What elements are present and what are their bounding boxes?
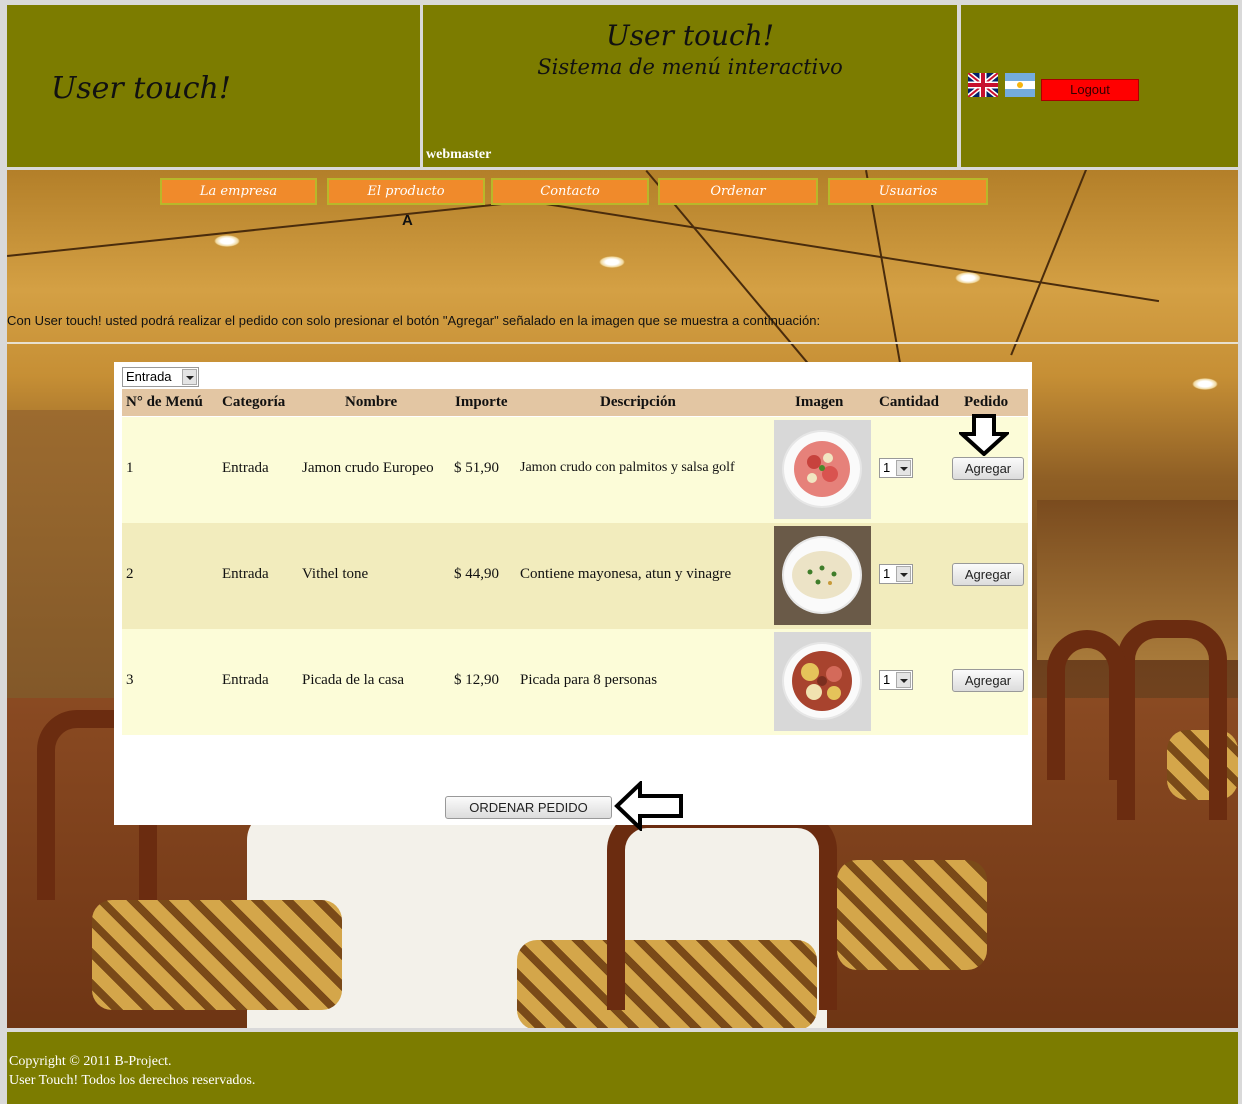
arrow-left-icon [614,781,683,831]
category-select[interactable]: Entrada [122,367,199,387]
quantity-value: 1 [883,672,891,687]
ceiling-line [526,200,1160,303]
background-chair-seat [837,860,987,970]
chevron-down-icon [896,460,911,476]
nav-el-producto[interactable]: El producto [327,178,485,205]
col-header-category: Categoría [222,394,286,410]
col-header-price: Importe [455,394,508,410]
copyright-text: Copyright © 2011 B-Project. [9,1054,172,1069]
ceiling-light [1192,378,1218,390]
menu-name: Vithel tone [302,566,369,582]
nav-la-empresa[interactable]: La empresa [160,178,317,205]
background-chair-back [1117,620,1227,820]
page-title: User touch! [606,19,774,52]
menu-table-header: N° de Menú Categoría Nombre Importe Desc… [122,389,1028,416]
ceiling-light [599,256,625,268]
col-header-name: Nombre [345,394,398,410]
nav-usuarios[interactable]: Usuarios [828,178,988,205]
arrow-down-icon [959,414,1009,456]
plate-icon [782,642,862,720]
nav-contacto[interactable]: Contacto [491,178,649,205]
add-button[interactable]: Agregar [952,669,1024,692]
logged-user-name: webmaster [426,147,492,162]
menu-price: $ 51,90 [454,460,499,476]
chevron-down-icon [182,369,197,385]
quantity-value: 1 [883,460,891,475]
col-header-order: Pedido [964,394,1009,410]
menu-price: $ 12,90 [454,672,499,688]
quantity-select[interactable]: 1 [879,670,913,690]
quantity-value: 1 [883,566,891,581]
chevron-down-icon [896,566,911,582]
menu-description: Jamon crudo con palmitos y salsa golf [520,460,735,475]
page-subtitle: Sistema de menú interactivo [537,55,843,79]
header-title-panel: User touch! Sistema de menú interactivo … [423,5,957,167]
plate-icon [782,536,862,614]
menu-category: Entrada [222,460,269,476]
menu-number: 1 [126,460,134,476]
plate-icon [782,430,862,508]
divider [7,342,1238,344]
chevron-down-icon [896,672,911,688]
intro-text: Con User touch! usted podrá realizar el … [7,313,821,328]
table-row: 3 Entrada Picada de la casa $ 12,90 Pica… [122,629,1028,735]
add-button[interactable]: Agregar [952,563,1024,586]
header-left-panel: User touch! [7,5,420,167]
background-chair-back [607,810,837,1010]
order-submit-button[interactable]: ORDENAR PEDIDO [445,796,612,819]
col-header-num: N° de Menú [126,394,203,410]
vithel-tone-plate-image [774,526,871,625]
menu-category: Entrada [222,566,269,582]
table-row: 1 Entrada Jamon crudo Europeo $ 51,90 Ja… [122,417,1028,523]
argentina-flag-icon[interactable] [1005,73,1035,97]
ceiling-light [955,272,981,284]
menu-description: Contiene mayonesa, atun y vinagre [520,566,732,582]
menu-name: Jamon crudo Europeo [302,460,434,476]
menu-category: Entrada [222,672,269,688]
ceiling-line [7,200,525,257]
quantity-select[interactable]: 1 [879,564,913,584]
menu-number: 3 [126,672,134,688]
menu-description: Picada para 8 personas [520,672,658,688]
background-chair-back [1047,630,1127,780]
nav-ordenar[interactable]: Ordenar [658,178,818,205]
picada-plate-image [774,632,871,731]
rights-text: User Touch! Todos los derechos reservado… [9,1073,256,1088]
add-button[interactable]: Agregar [952,457,1024,480]
col-header-quantity: Cantidad [879,394,940,410]
menu-panel: Entrada N° de Menú Categoría Nombre Impo… [114,362,1032,831]
col-header-description: Descripción [600,394,676,410]
english-flag-icon[interactable] [968,73,998,97]
table-row: 2 Entrada Vithel tone $ 44,90 Contiene m… [122,523,1028,629]
col-header-image: Imagen [795,394,844,410]
logout-button[interactable]: Logout [1041,79,1139,101]
menu-number: 2 [126,566,134,582]
footer: Copyright © 2011 B-Project. User Touch! … [7,1032,1238,1104]
nav-marker: A [402,212,413,229]
menu-price: $ 44,90 [454,566,499,582]
quantity-select[interactable]: 1 [879,458,913,478]
background-chair-seat [92,900,342,1010]
jamon-crudo-plate-image [774,420,871,519]
site-logo: User touch! [51,71,231,106]
ceiling-light [214,235,240,247]
category-select-value: Entrada [126,369,172,384]
menu-name: Picada de la casa [302,672,405,688]
header-right-panel: Logout [961,5,1238,167]
